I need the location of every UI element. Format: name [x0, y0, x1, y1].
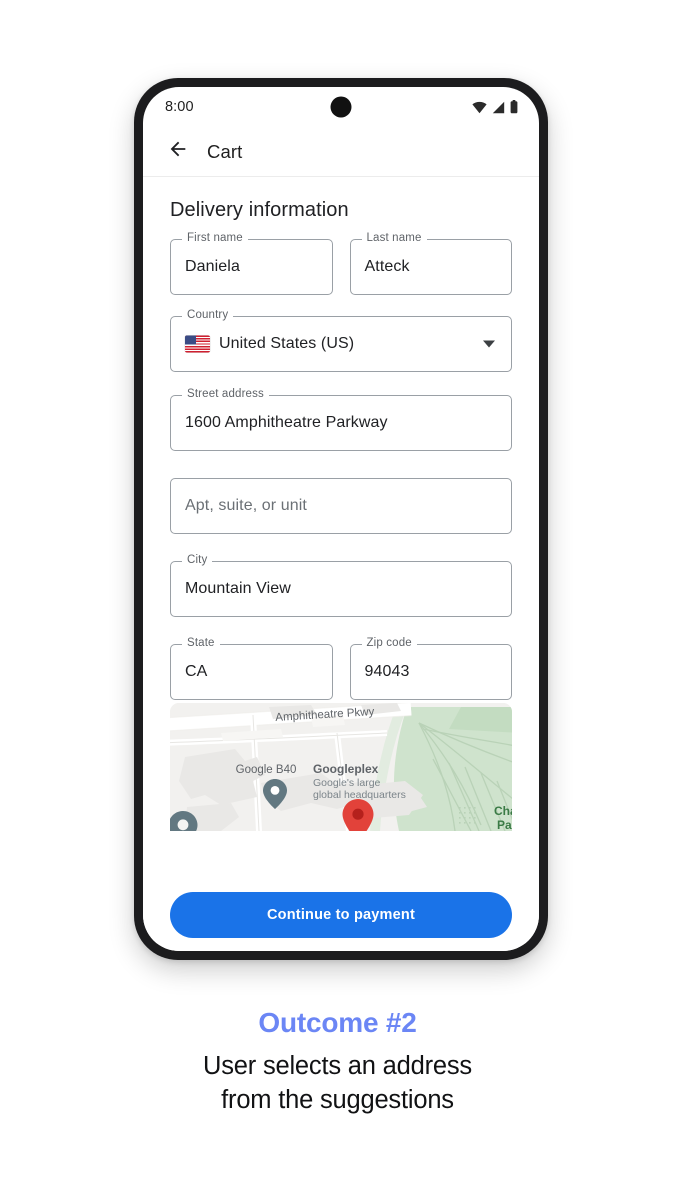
state-field[interactable]: State CA [170, 637, 333, 700]
caption-line-2: from the suggestions [221, 1085, 454, 1114]
zip-code-value: 94043 [364, 663, 410, 680]
delivery-form: First name Daniela Last name Atteck Coun… [143, 232, 539, 700]
map-poi-googleplex-title: Googleplex [313, 762, 379, 776]
app-bar: Cart [143, 127, 539, 177]
delivery-form-scroll[interactable]: Delivery information First name Daniela … [143, 177, 539, 879]
state-zip-row: State CA Zip code 94043 [170, 637, 512, 700]
outcome-heading: Outcome #2 [258, 1007, 417, 1038]
city-label: City [182, 554, 213, 566]
city-field[interactable]: City Mountain View [170, 554, 512, 617]
section-heading: Delivery information [170, 199, 349, 221]
signal-icon [492, 101, 505, 114]
chevron-down-icon[interactable] [483, 340, 495, 348]
bottom-action-bar: Continue to payment [143, 879, 539, 951]
phone-screen: 8:00 Cart Delivery information First nam… [143, 87, 539, 951]
apt-suite-unit-field[interactable]: Apt, suite, or unit [170, 478, 512, 534]
continue-to-payment-button[interactable]: Continue to payment [170, 892, 512, 938]
last-name-field[interactable]: Last name Atteck [349, 232, 512, 295]
state-label: State [182, 637, 220, 649]
map-park-label-2: Par [497, 818, 512, 831]
country-label: Country [182, 309, 234, 321]
name-row: First name Daniela Last name Atteck [170, 232, 512, 316]
zip-code-label: Zip code [361, 637, 417, 649]
first-name-field[interactable]: First name Daniela [170, 232, 333, 295]
status-bar-icons [472, 100, 518, 114]
phone-frame: 8:00 Cart Delivery information First nam… [134, 78, 548, 960]
city-value: Mountain View [185, 580, 291, 597]
last-name-label: Last name [361, 232, 427, 244]
page-title: Cart [207, 140, 243, 162]
state-value: CA [185, 663, 208, 680]
status-bar-clock: 8:00 [165, 99, 194, 115]
wifi-icon [472, 101, 487, 114]
map-canvas: Amphitheatre Pkwy Google B40 Googleplex … [170, 703, 512, 831]
street-address-value: 1600 Amphitheatre Parkway [185, 414, 388, 431]
apt-suite-unit-placeholder: Apt, suite, or unit [185, 497, 307, 514]
battery-icon [510, 100, 518, 114]
map-selected-address-marker [342, 799, 374, 831]
map-park-label-1: Charle [494, 804, 512, 818]
us-flag-icon [185, 335, 210, 353]
street-address-label: Street address [182, 388, 269, 400]
first-name-label: First name [182, 232, 248, 244]
map-poi-googleplex-sub-1: Google's large [313, 777, 381, 789]
country-value: United States (US) [219, 335, 355, 352]
front-camera-punch-hole [330, 96, 352, 118]
street-address-field[interactable]: Street address 1600 Amphitheatre Parkway [170, 388, 512, 451]
country-select[interactable]: Country United States (US) [170, 309, 512, 372]
back-button[interactable] [163, 137, 193, 167]
map-poi-b40-label: Google B40 [236, 764, 297, 776]
zip-code-field[interactable]: Zip code 94043 [349, 637, 512, 700]
arrow-back-icon [167, 138, 189, 165]
status-bar: 8:00 [143, 87, 539, 127]
map-preview[interactable]: Amphitheatre Pkwy Google B40 Googleplex … [170, 703, 512, 831]
caption-block: Outcome #2 User selects an address from … [0, 1007, 675, 1118]
first-name-value: Daniela [185, 258, 240, 275]
last-name-value: Atteck [364, 258, 410, 275]
screenshot-canvas: 8:00 Cart Delivery information First nam… [0, 0, 675, 1200]
caption-line-1: User selects an address [203, 1051, 472, 1080]
